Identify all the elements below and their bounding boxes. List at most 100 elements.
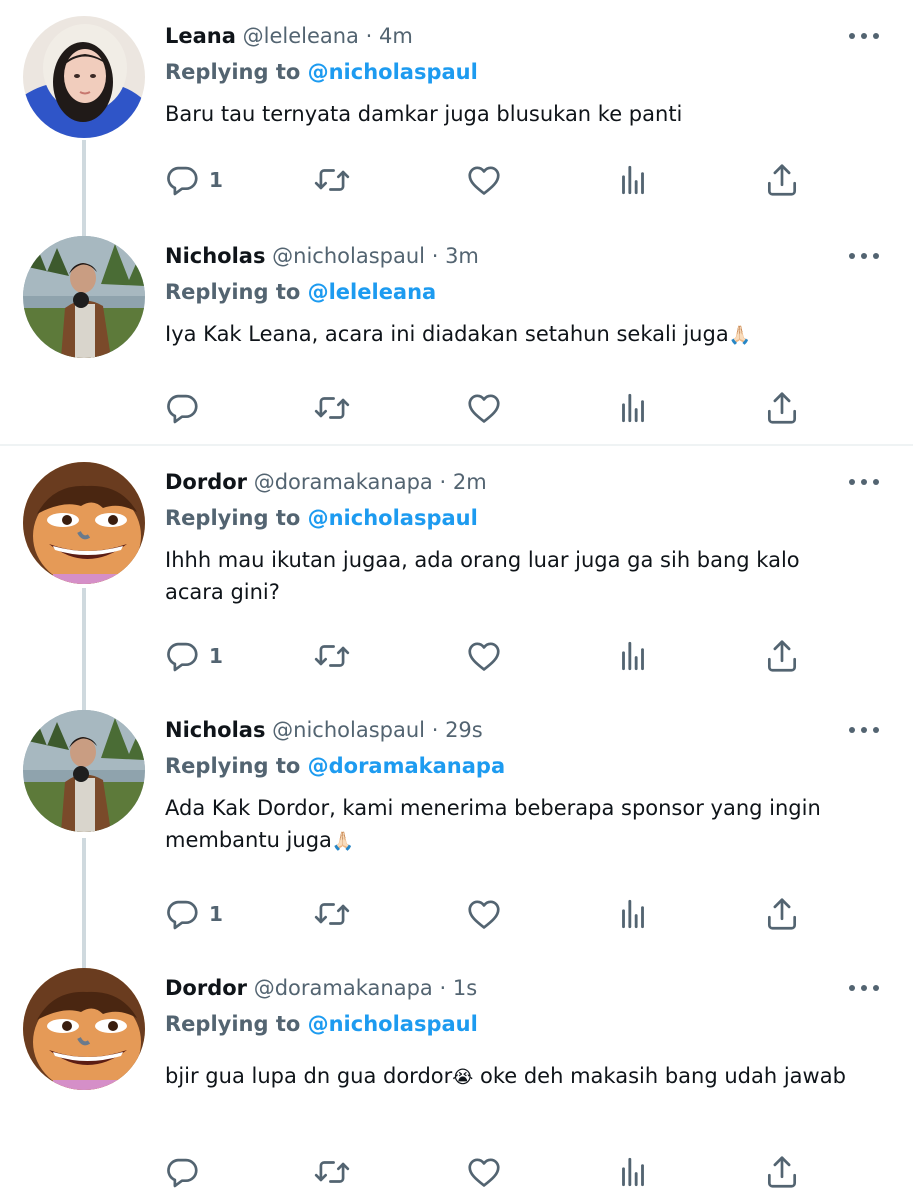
more-icon[interactable] bbox=[846, 720, 882, 740]
reply-button[interactable]: 1 bbox=[163, 160, 223, 200]
reply-button[interactable]: 1 bbox=[163, 894, 223, 934]
tweet[interactable]: Nicholas @nicholaspaul · 29s Replying to… bbox=[0, 694, 913, 944]
reply-button[interactable] bbox=[163, 1152, 201, 1192]
tweet-header: Leana @leleleana · 4m bbox=[165, 22, 413, 50]
tweet-text-body: Iya Kak Leana, acara ini diadakan setahu… bbox=[165, 322, 729, 346]
reply-icon bbox=[163, 895, 201, 933]
display-name[interactable]: Dordor bbox=[165, 976, 247, 1000]
share-button[interactable] bbox=[763, 1152, 801, 1192]
retweet-button[interactable] bbox=[313, 894, 351, 934]
like-icon bbox=[465, 161, 503, 199]
user-handle[interactable]: @doramakanapa bbox=[254, 470, 433, 494]
retweet-button[interactable] bbox=[313, 388, 351, 428]
like-button[interactable] bbox=[465, 1152, 503, 1192]
views-icon bbox=[614, 637, 652, 675]
reply-button[interactable]: 1 bbox=[163, 636, 223, 676]
tweet-actions: 1 bbox=[0, 636, 913, 676]
reply-icon bbox=[163, 161, 201, 199]
separator: · bbox=[431, 244, 439, 268]
tweet-text: Baru tau ternyata damkar juga blusukan k… bbox=[165, 98, 865, 130]
reply-button[interactable] bbox=[163, 388, 201, 428]
timestamp[interactable]: 1s bbox=[453, 976, 477, 1000]
user-handle[interactable]: @leleleana bbox=[243, 24, 359, 48]
share-button[interactable] bbox=[763, 636, 801, 676]
display-name[interactable]: Leana bbox=[165, 24, 236, 48]
replying-to: Replying to @leleleana bbox=[165, 278, 436, 306]
timestamp[interactable]: 2m bbox=[453, 470, 487, 494]
tweet-header: Dordor @doramakanapa · 1s bbox=[165, 974, 477, 1002]
views-icon bbox=[614, 161, 652, 199]
avatar[interactable] bbox=[23, 710, 145, 832]
tweet[interactable]: Leana @leleleana · 4m Replying to @nicho… bbox=[0, 0, 913, 250]
share-button[interactable] bbox=[763, 894, 801, 934]
retweet-button[interactable] bbox=[313, 636, 351, 676]
tweet-text-body: Baru tau ternyata damkar juga blusukan k… bbox=[165, 102, 683, 126]
tweet-text-emoji: 😭 bbox=[452, 1067, 474, 1088]
avatar[interactable] bbox=[23, 16, 145, 138]
timestamp[interactable]: 4m bbox=[379, 24, 413, 48]
display-name[interactable]: Dordor bbox=[165, 470, 247, 494]
avatar-dordor bbox=[23, 462, 145, 584]
reply-icon bbox=[163, 637, 201, 675]
tweet[interactable]: Nicholas @nicholaspaul · 3m Replying to … bbox=[0, 220, 913, 470]
tweet-text: Ada Kak Dordor, kami menerima beberapa s… bbox=[165, 792, 865, 858]
avatar[interactable] bbox=[23, 236, 145, 358]
more-icon[interactable] bbox=[846, 978, 882, 998]
user-handle[interactable]: @doramakanapa bbox=[254, 976, 433, 1000]
reply-mention-link[interactable]: @nicholaspaul bbox=[308, 60, 478, 84]
views-button[interactable] bbox=[614, 160, 652, 200]
tweet-actions bbox=[0, 1152, 913, 1192]
more-icon[interactable] bbox=[846, 246, 882, 266]
avatar[interactable] bbox=[23, 462, 145, 584]
like-icon bbox=[465, 637, 503, 675]
retweet-button[interactable] bbox=[313, 1152, 351, 1192]
tweet-actions: 1 bbox=[0, 160, 913, 200]
reply-mention-link[interactable]: @nicholaspaul bbox=[308, 1012, 478, 1036]
like-button[interactable] bbox=[465, 388, 503, 428]
display-name[interactable]: Nicholas bbox=[165, 244, 265, 268]
reply-mention-link[interactable]: @nicholaspaul bbox=[308, 506, 478, 530]
separator: · bbox=[439, 470, 447, 494]
tweet-text-body: Ihhh mau ikutan jugaa, ada orang luar ju… bbox=[165, 548, 800, 604]
tweet-header: Nicholas @nicholaspaul · 29s bbox=[165, 716, 483, 744]
like-icon bbox=[465, 389, 503, 427]
avatar-dordor bbox=[23, 968, 145, 1090]
avatar-nicholas bbox=[23, 710, 145, 832]
views-icon bbox=[614, 389, 652, 427]
tweet[interactable]: Dordor @doramakanapa · 2m Replying to @n… bbox=[0, 446, 913, 696]
views-button[interactable] bbox=[614, 1152, 652, 1192]
replying-to-label: Replying to bbox=[165, 60, 301, 84]
reply-count: 1 bbox=[209, 168, 223, 192]
share-button[interactable] bbox=[763, 160, 801, 200]
like-icon bbox=[465, 895, 503, 933]
share-icon bbox=[763, 1153, 801, 1191]
retweet-button[interactable] bbox=[313, 160, 351, 200]
share-icon bbox=[763, 161, 801, 199]
more-icon[interactable] bbox=[846, 26, 882, 46]
timestamp[interactable]: 3m bbox=[445, 244, 479, 268]
user-handle[interactable]: @nicholaspaul bbox=[272, 244, 425, 268]
like-button[interactable] bbox=[465, 160, 503, 200]
views-icon bbox=[614, 895, 652, 933]
tweet-text-body: bjir gua lupa dn gua dordor bbox=[165, 1064, 453, 1088]
like-button[interactable] bbox=[465, 636, 503, 676]
display-name[interactable]: Nicholas bbox=[165, 718, 265, 742]
reply-mention-link[interactable]: @doramakanapa bbox=[308, 754, 506, 778]
tweet-actions: 1 bbox=[0, 894, 913, 934]
avatar[interactable] bbox=[23, 968, 145, 1090]
views-button[interactable] bbox=[614, 636, 652, 676]
replying-to: Replying to @nicholaspaul bbox=[165, 504, 478, 532]
more-icon[interactable] bbox=[846, 472, 882, 492]
tweet-text-body: Ada Kak Dordor, kami menerima beberapa s… bbox=[165, 796, 821, 852]
tweet-actions bbox=[0, 388, 913, 428]
like-button[interactable] bbox=[465, 894, 503, 934]
timestamp[interactable]: 29s bbox=[445, 718, 483, 742]
share-button[interactable] bbox=[763, 388, 801, 428]
views-button[interactable] bbox=[614, 388, 652, 428]
replying-to: Replying to @doramakanapa bbox=[165, 752, 505, 780]
reply-mention-link[interactable]: @leleleana bbox=[308, 280, 437, 304]
user-handle[interactable]: @nicholaspaul bbox=[272, 718, 425, 742]
tweet[interactable]: Dordor @doramakanapa · 1s Replying to @n… bbox=[0, 952, 913, 1202]
retweet-icon bbox=[313, 389, 351, 427]
views-button[interactable] bbox=[614, 894, 652, 934]
